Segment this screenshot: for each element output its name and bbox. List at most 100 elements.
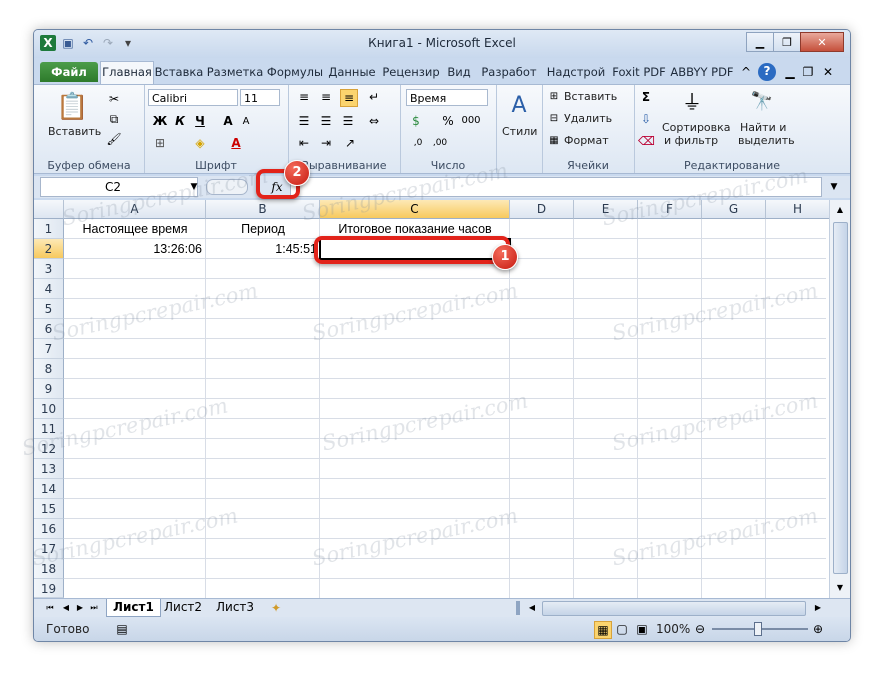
- fill-icon[interactable]: ⇩: [638, 111, 654, 127]
- formula-bar-toggle[interactable]: [206, 179, 248, 195]
- row-header[interactable]: 3: [34, 259, 64, 279]
- format-cells-label[interactable]: Формат: [564, 134, 609, 147]
- wrap-text-icon[interactable]: ↵: [366, 89, 382, 105]
- styles-button-label[interactable]: Стили: [502, 125, 537, 138]
- format-cells-icon[interactable]: ▦: [546, 133, 562, 149]
- paste-button-label[interactable]: Вставить: [48, 125, 101, 138]
- row-header[interactable]: 9: [34, 379, 64, 399]
- tab-review[interactable]: Рецензир: [380, 62, 442, 82]
- doc-restore-icon[interactable]: ❐: [800, 64, 816, 80]
- scroll-thumb[interactable]: [833, 222, 848, 574]
- zoom-level[interactable]: 100%: [656, 622, 690, 636]
- decrease-font-icon[interactable]: A: [238, 114, 254, 130]
- page-break-view-icon[interactable]: ▣: [634, 621, 650, 637]
- restore-button[interactable]: ❐: [773, 32, 801, 52]
- align-left-icon[interactable]: ☰: [296, 113, 312, 129]
- font-color-icon[interactable]: A: [228, 135, 244, 151]
- row-header[interactable]: 7: [34, 339, 64, 359]
- sort-filter-label-2[interactable]: и фильтр: [664, 134, 718, 147]
- first-sheet-icon[interactable]: ⏮: [42, 600, 58, 616]
- increase-decimal-icon[interactable]: ,0: [410, 135, 426, 151]
- row-header[interactable]: 15: [34, 499, 64, 519]
- name-box[interactable]: C2: [40, 177, 198, 197]
- row-header[interactable]: 1: [34, 219, 64, 239]
- formula-input[interactable]: [290, 177, 822, 197]
- close-button[interactable]: ✕: [800, 32, 844, 52]
- minimize-ribbon-icon[interactable]: ^: [738, 64, 754, 80]
- help-icon[interactable]: ?: [758, 63, 776, 81]
- row-header[interactable]: 13: [34, 459, 64, 479]
- tab-file[interactable]: Файл: [40, 62, 98, 82]
- tab-abbyy-pdf[interactable]: ABBYY PDF: [670, 62, 734, 82]
- align-bottom-icon[interactable]: ≡: [340, 89, 358, 107]
- cell-a1[interactable]: Настоящее время: [64, 219, 206, 239]
- tab-home[interactable]: Главная: [100, 61, 154, 84]
- tab-insert[interactable]: Вставка: [154, 62, 204, 82]
- tab-formulas[interactable]: Формулы: [266, 62, 324, 82]
- zoom-out-icon[interactable]: ⊖: [692, 621, 708, 637]
- sheet-tab-2[interactable]: Лист2: [158, 599, 208, 616]
- italic-button[interactable]: К: [172, 113, 188, 129]
- autosum-icon[interactable]: Σ: [638, 89, 654, 105]
- find-select-label-2[interactable]: выделить: [738, 134, 795, 147]
- tab-foxit-pdf[interactable]: Foxit PDF: [610, 62, 668, 82]
- column-header-f[interactable]: F: [638, 200, 702, 219]
- tab-page-layout[interactable]: Разметка: [206, 62, 264, 82]
- clear-icon[interactable]: ⌫: [638, 133, 655, 149]
- zoom-slider-thumb[interactable]: [754, 622, 762, 636]
- cell-a2[interactable]: 13:26:06: [64, 239, 202, 259]
- row-header[interactable]: 17: [34, 539, 64, 559]
- orientation-icon[interactable]: ↗: [342, 135, 358, 151]
- row-header[interactable]: 10: [34, 399, 64, 419]
- insert-cells-icon[interactable]: ⊞: [546, 89, 562, 105]
- underline-button[interactable]: Ч: [192, 113, 208, 129]
- scroll-down-icon[interactable]: ▼: [832, 580, 848, 596]
- scroll-left-icon[interactable]: ◀: [524, 600, 540, 616]
- scroll-right-icon[interactable]: ▶: [810, 600, 826, 616]
- row-header[interactable]: 11: [34, 419, 64, 439]
- expand-formula-bar-icon[interactable]: ▼: [826, 179, 842, 195]
- increase-font-icon[interactable]: A: [220, 113, 236, 129]
- sort-filter-label-1[interactable]: Сортировка: [662, 121, 731, 134]
- minimize-button[interactable]: ▁: [746, 32, 774, 52]
- find-select-label-1[interactable]: Найти и: [740, 121, 786, 134]
- currency-icon[interactable]: $: [408, 113, 424, 129]
- tab-addins[interactable]: Надстрой: [544, 62, 608, 82]
- macro-record-icon[interactable]: ▤: [114, 621, 130, 637]
- row-header[interactable]: 18: [34, 559, 64, 579]
- row-header[interactable]: 12: [34, 439, 64, 459]
- row-header[interactable]: 2: [34, 239, 64, 259]
- paste-icon[interactable]: 📋: [56, 91, 88, 123]
- find-select-icon[interactable]: 🔭: [750, 89, 774, 115]
- align-middle-icon[interactable]: ≡: [318, 89, 334, 105]
- styles-icon[interactable]: A: [508, 93, 530, 119]
- cell-area[interactable]: Настоящее время Период Итоговое показани…: [64, 219, 826, 599]
- doc-minimize-icon[interactable]: ▁: [782, 64, 798, 80]
- font-size-select[interactable]: 11: [240, 89, 280, 106]
- insert-cells-label[interactable]: Вставить: [564, 90, 617, 103]
- font-name-select[interactable]: Calibri: [148, 89, 238, 106]
- doc-close-icon[interactable]: ✕: [820, 64, 836, 80]
- align-center-icon[interactable]: ☰: [318, 113, 334, 129]
- sheet-tab-3[interactable]: Лист3: [210, 599, 260, 616]
- align-top-icon[interactable]: ≡: [296, 89, 312, 105]
- cell-b2[interactable]: 1:45:51: [206, 239, 317, 259]
- select-all-corner[interactable]: [34, 200, 64, 219]
- row-header[interactable]: 14: [34, 479, 64, 499]
- cut-icon[interactable]: ✂: [106, 91, 122, 107]
- column-header-h[interactable]: H: [766, 200, 830, 219]
- row-header[interactable]: 8: [34, 359, 64, 379]
- format-painter-icon[interactable]: 🖌: [106, 131, 122, 147]
- row-header[interactable]: 6: [34, 319, 64, 339]
- percent-button[interactable]: %: [440, 113, 456, 129]
- borders-icon[interactable]: ⊞: [152, 135, 168, 151]
- name-box-dropdown-icon[interactable]: ▼: [186, 179, 202, 195]
- thousands-button[interactable]: 000: [460, 113, 482, 129]
- sort-filter-icon[interactable]: ⏚: [680, 89, 704, 115]
- tab-split-handle[interactable]: [516, 601, 520, 615]
- column-header-c[interactable]: C: [320, 200, 510, 219]
- fill-color-icon[interactable]: ◈: [192, 135, 208, 151]
- page-layout-view-icon[interactable]: ▢: [614, 621, 630, 637]
- row-header[interactable]: 19: [34, 579, 64, 598]
- delete-cells-label[interactable]: Удалить: [564, 112, 612, 125]
